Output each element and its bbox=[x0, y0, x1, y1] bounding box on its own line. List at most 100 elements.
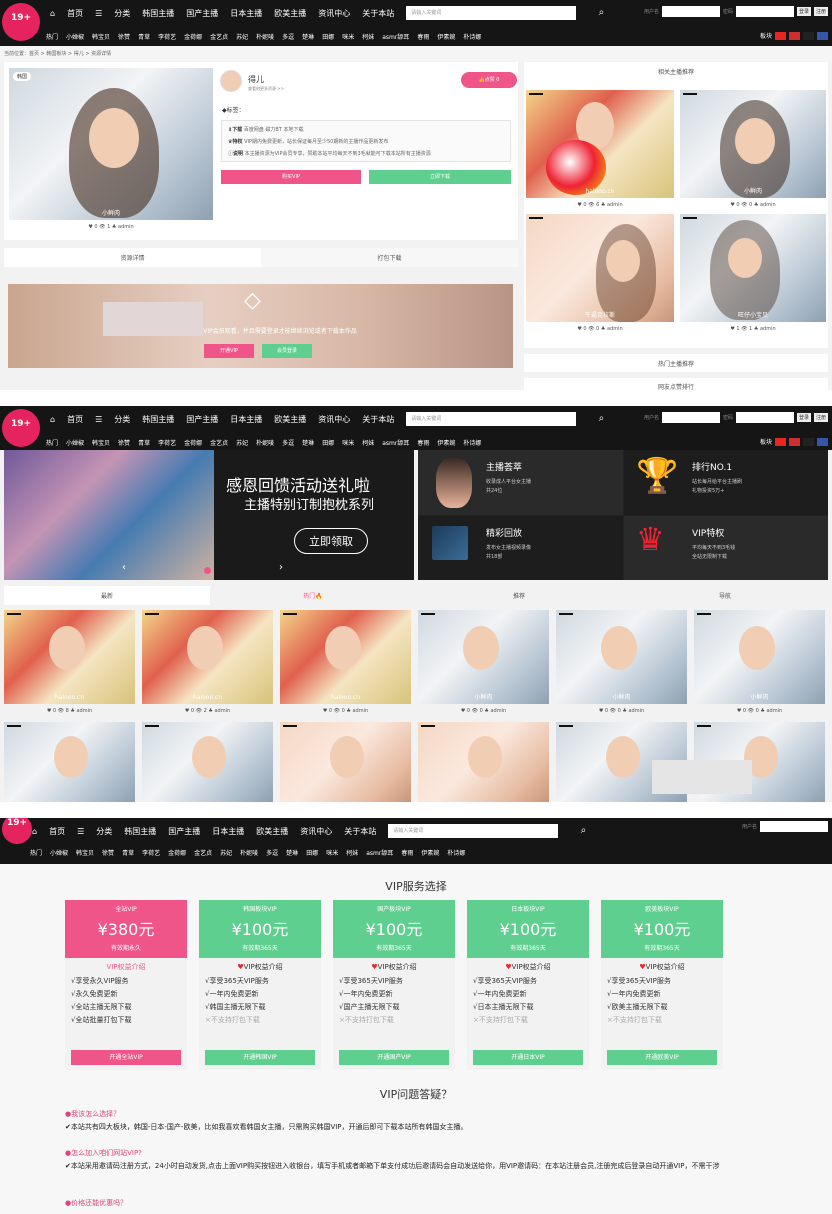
feature-item[interactable]: 主播荟萃 收录成人平台女主播 共24位 bbox=[418, 450, 623, 515]
nav-menu-item[interactable]: 欧美主播 bbox=[274, 8, 306, 19]
nav-tag-item[interactable]: 春雨 bbox=[417, 32, 429, 41]
language-flag-icon[interactable] bbox=[789, 437, 800, 446]
side-item[interactable]: 旺仔小宝贝 bbox=[680, 214, 826, 322]
nav-menu-item[interactable]: 首页 bbox=[67, 8, 83, 19]
grid-item[interactable] bbox=[142, 722, 273, 802]
nav-menu-item[interactable]: 欧美主播 bbox=[256, 826, 288, 837]
side-item[interactable]: 小鲜肉 bbox=[680, 90, 826, 198]
nav-tag-item[interactable]: 伊素婉 bbox=[437, 32, 455, 41]
nav-menu-item[interactable]: 分类 bbox=[114, 414, 130, 425]
nav-tag-item[interactable]: 咪米 bbox=[342, 438, 354, 447]
slide-dot[interactable] bbox=[204, 567, 211, 574]
nav-tag-item[interactable]: 咪米 bbox=[342, 32, 354, 41]
language-flag-icon[interactable] bbox=[817, 437, 828, 446]
nav-tag-item[interactable]: 金荷娜 bbox=[184, 438, 202, 447]
nav-menu-item[interactable]: 欧美主播 bbox=[274, 414, 306, 425]
nav-tag-item[interactable]: 小婵椒 bbox=[66, 438, 84, 447]
nav-tag-item[interactable]: 多逗 bbox=[266, 848, 278, 857]
nav-menu-item[interactable]: 关于本站 bbox=[344, 826, 376, 837]
feature-item[interactable]: 精彩回放 发布女主播视频录像 共18部 bbox=[418, 516, 623, 580]
nav-tag-item[interactable]: 热门 bbox=[30, 848, 42, 857]
grid-item[interactable]: 小鲜肉 bbox=[418, 610, 549, 704]
nav-tag-item[interactable]: 咪米 bbox=[326, 848, 338, 857]
nav-tag-item[interactable]: 徐赞 bbox=[102, 848, 114, 857]
register-button[interactable]: 注册 bbox=[813, 413, 828, 422]
nav-tag-item[interactable]: 朴诗娜 bbox=[447, 848, 465, 857]
nav-menu-item[interactable]: 资讯中心 bbox=[318, 8, 350, 19]
nav-tag-item[interactable]: 韩宝贝 bbox=[76, 848, 94, 857]
open-vip-plan-button[interactable]: 开通国产VIP bbox=[339, 1050, 449, 1065]
nav-tag-item[interactable]: 李荷艺 bbox=[158, 438, 176, 447]
author-avatar[interactable] bbox=[220, 70, 242, 92]
grid-item[interactable] bbox=[4, 722, 135, 802]
faq-question[interactable]: ●我该怎么选择？ bbox=[65, 1109, 825, 1119]
promo-banner[interactable]: 感恩回馈活动送礼啦 主播特别订制抱枕系列 立即领取 ‹ › bbox=[4, 450, 414, 580]
grid-item[interactable]: halooo.cn bbox=[4, 610, 135, 704]
grid-item[interactable] bbox=[418, 722, 549, 802]
nav-menu-item[interactable]: 资讯中心 bbox=[300, 826, 332, 837]
nav-tag-item[interactable]: asmr舔耳 bbox=[382, 438, 409, 447]
next-arrow-icon[interactable]: › bbox=[279, 562, 283, 573]
author-desc[interactable]: 查看他更多资源 >> bbox=[248, 86, 284, 92]
open-vip-plan-button[interactable]: 开通欧美VIP bbox=[607, 1050, 717, 1065]
side-item[interactable]: 牛逼克拉斯 bbox=[526, 214, 674, 322]
nav-tag-item[interactable]: 青草 bbox=[138, 438, 150, 447]
nav-menu-item[interactable]: 国产主播 bbox=[168, 826, 200, 837]
language-flag-icon[interactable] bbox=[803, 437, 814, 446]
login-button[interactable]: 登录 bbox=[796, 7, 811, 16]
nav-tag-item[interactable]: asmr舔耳 bbox=[382, 32, 409, 41]
nav-menu-item[interactable]: 日本主播 bbox=[230, 8, 262, 19]
tab-download[interactable]: 打包下载 bbox=[261, 248, 518, 267]
nav-tag-item[interactable]: 田娜 bbox=[322, 32, 334, 41]
site-logo[interactable]: 19+ bbox=[2, 3, 40, 41]
search-input[interactable]: 请输入关键词 ⌕ bbox=[406, 6, 604, 20]
search-input[interactable]: 请输入关键词 ⌕ bbox=[406, 412, 604, 426]
grid-item[interactable]: halooo.cn bbox=[142, 610, 273, 704]
member-login-button[interactable]: 会员登录 bbox=[262, 344, 312, 358]
nav-menu-item[interactable]: 关于本站 bbox=[362, 8, 394, 19]
open-vip-plan-button[interactable]: 开通韩国VIP bbox=[205, 1050, 315, 1065]
nav-tag-item[interactable]: 李荷艺 bbox=[158, 32, 176, 41]
follow-button[interactable]: 👍点赞 0 bbox=[461, 72, 517, 88]
nav-tag-item[interactable]: 楚琳 bbox=[302, 32, 314, 41]
open-vip-plan-button[interactable]: 开通日本VIP bbox=[473, 1050, 583, 1065]
nav-tag-item[interactable]: 李荷艺 bbox=[142, 848, 160, 857]
open-vip-plan-button[interactable]: 开通全站VIP bbox=[71, 1050, 181, 1065]
password-input[interactable] bbox=[735, 412, 794, 423]
nav-tag-item[interactable]: 田娜 bbox=[322, 438, 334, 447]
author-name[interactable]: 得儿 bbox=[248, 74, 264, 85]
nav-tag-item[interactable]: 金艺贞 bbox=[194, 848, 212, 857]
tab-recommend[interactable]: 推荐 bbox=[416, 586, 622, 605]
grid-item[interactable]: 小鲜肉 bbox=[694, 610, 825, 704]
nav-tag-item[interactable]: 金荷娜 bbox=[184, 32, 202, 41]
nav-menu-item[interactable]: 韩国主播 bbox=[142, 414, 174, 425]
banner-button[interactable]: 立即领取 bbox=[294, 528, 368, 554]
language-flag-icon[interactable] bbox=[775, 31, 786, 40]
nav-tag-item[interactable]: 热门 bbox=[46, 438, 58, 447]
tab-detail[interactable]: 资源详情 bbox=[4, 248, 261, 267]
username-input[interactable] bbox=[661, 412, 720, 423]
nav-tag-item[interactable]: 柯妹 bbox=[346, 848, 358, 857]
nav-menu-item[interactable]: 国产主播 bbox=[186, 8, 218, 19]
site-logo[interactable]: 19+ bbox=[2, 818, 32, 844]
open-vip-button[interactable]: 开通VIP bbox=[204, 344, 254, 358]
tab-latest[interactable]: 最新 bbox=[4, 586, 210, 605]
search-icon[interactable]: ⌕ bbox=[599, 6, 605, 20]
feature-item[interactable]: 🏆 排行NO.1 站长每月给平台主播刷 礼物投资5万+ bbox=[624, 450, 828, 515]
search-icon[interactable]: ⌕ bbox=[581, 824, 587, 838]
password-input[interactable] bbox=[735, 6, 794, 17]
language-flag-icon[interactable] bbox=[817, 31, 828, 40]
nav-tag-item[interactable]: asmr舔耳 bbox=[366, 848, 393, 857]
nav-menu-item[interactable]: 分类 bbox=[114, 8, 130, 19]
nav-tag-item[interactable]: 楚琳 bbox=[286, 848, 298, 857]
nav-menu-item[interactable]: 首页 bbox=[49, 826, 65, 837]
nav-tag-item[interactable]: 朴妮唛 bbox=[256, 438, 274, 447]
nav-tag-item[interactable]: 春雨 bbox=[417, 438, 429, 447]
nav-tag-item[interactable]: 伊素婉 bbox=[437, 438, 455, 447]
nav-tag-item[interactable]: 小婵椒 bbox=[66, 32, 84, 41]
nav-tag-item[interactable]: 徐赞 bbox=[118, 32, 130, 41]
nav-tag-item[interactable]: 柯妹 bbox=[362, 438, 374, 447]
nav-tag-item[interactable]: 青草 bbox=[122, 848, 134, 857]
nav-tag-item[interactable]: 多逗 bbox=[282, 438, 294, 447]
nav-tag-item[interactable]: 徐赞 bbox=[118, 438, 130, 447]
